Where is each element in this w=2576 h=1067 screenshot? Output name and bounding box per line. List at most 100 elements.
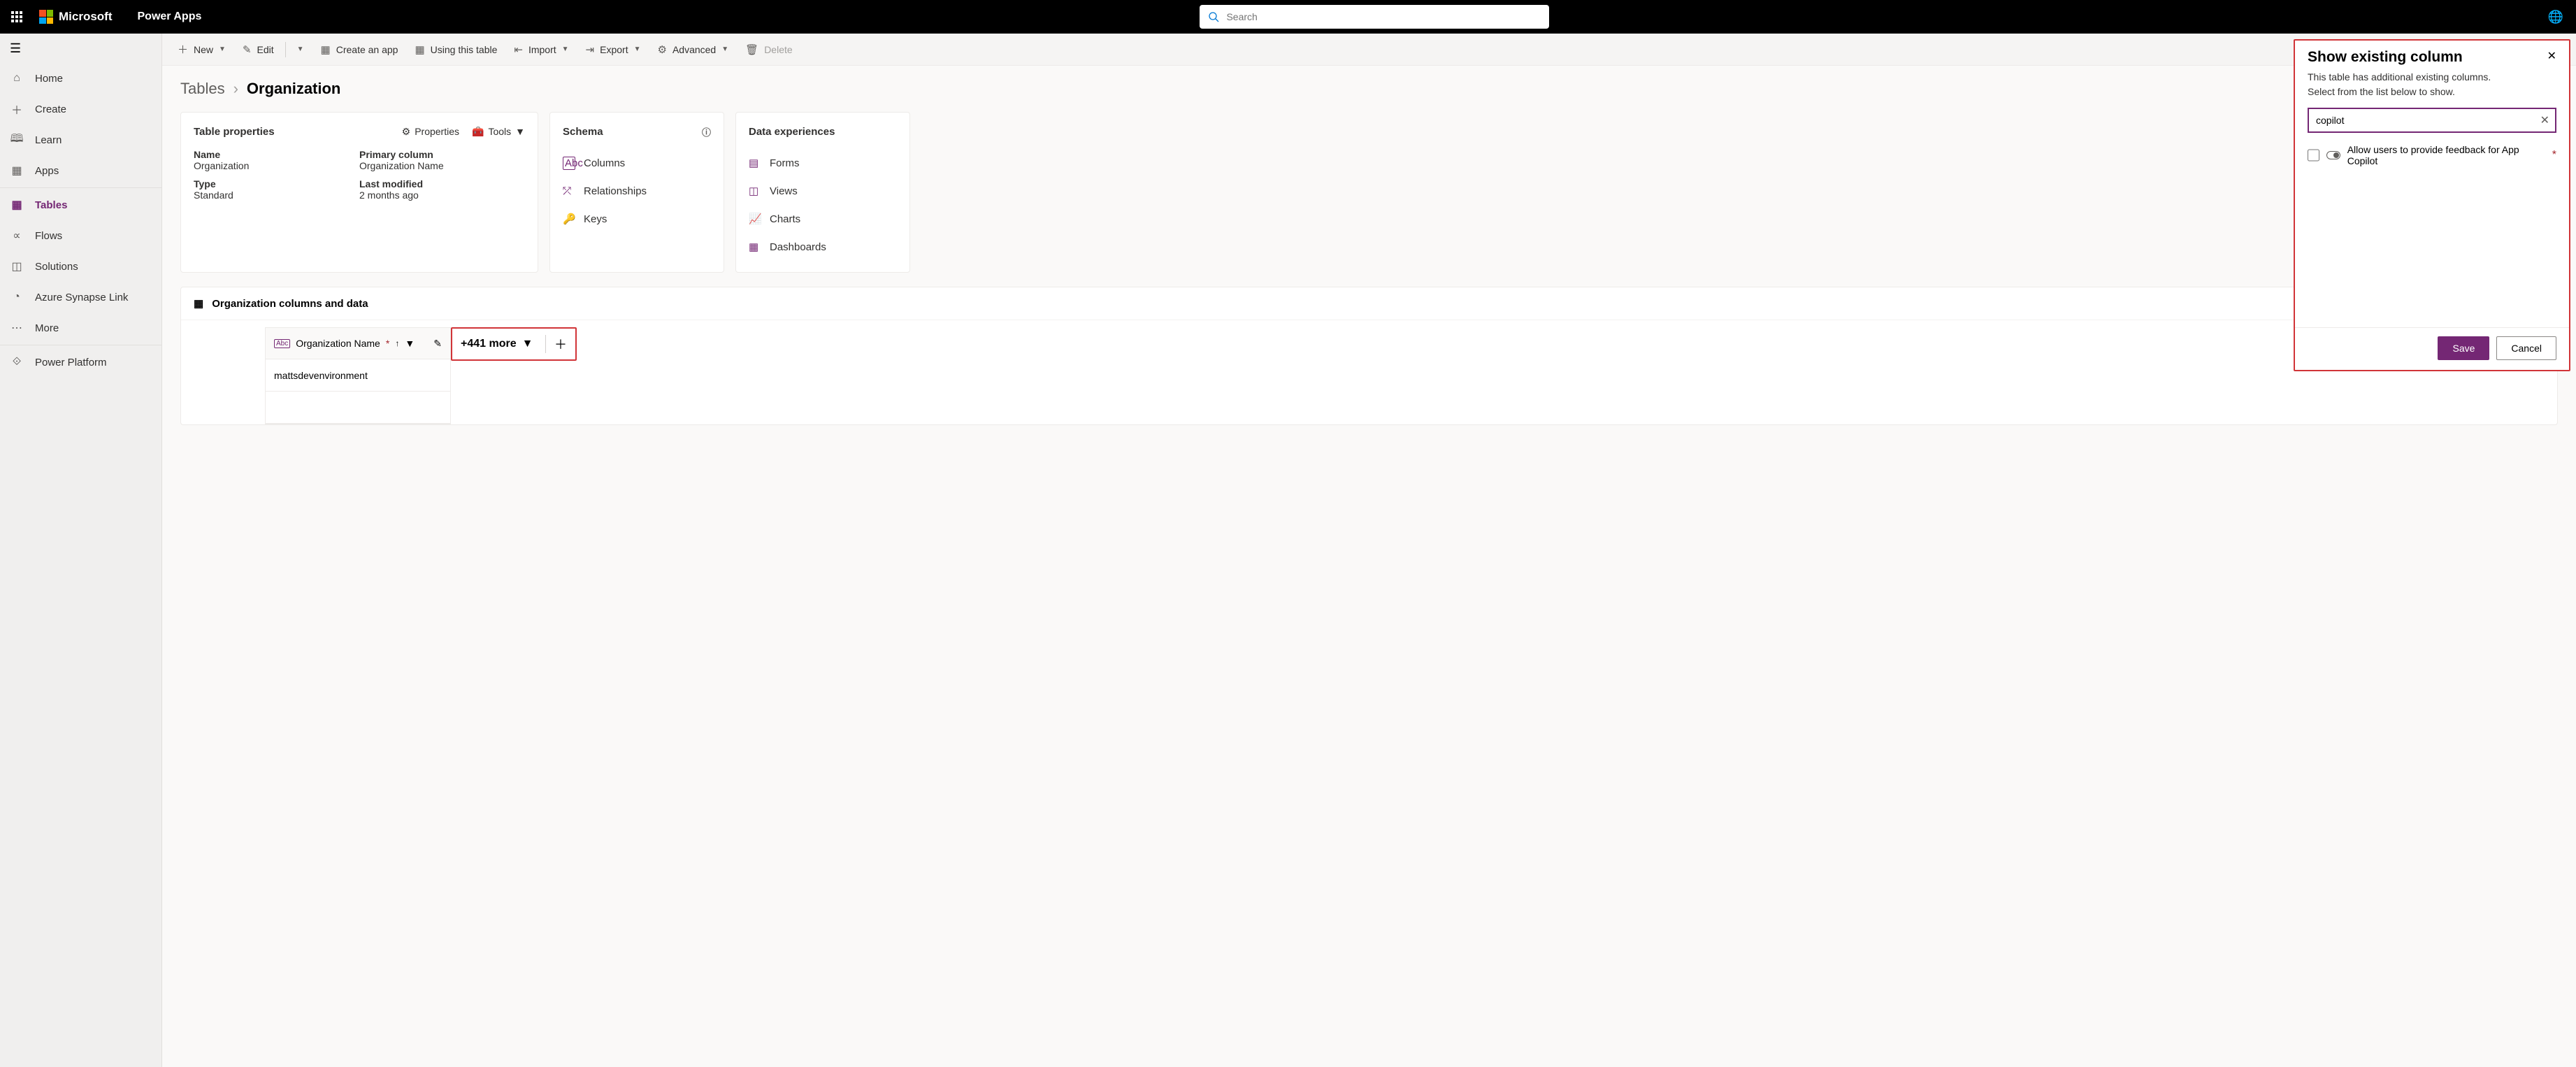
delete-button[interactable]: 🗑Delete <box>738 39 800 60</box>
top-header: Microsoft Power Apps 🌐 <box>0 0 2576 34</box>
more-icon: ⋯ <box>10 321 24 335</box>
views-icon: ◫ <box>749 185 761 197</box>
toolbox-icon: 🧰 <box>472 126 484 138</box>
tools-link[interactable]: 🧰Tools▼ <box>472 126 525 138</box>
grid-icon: ▦ <box>10 198 24 212</box>
sort-ascending-icon: ↑ <box>395 338 399 348</box>
keys-icon: 🔑 <box>563 213 575 225</box>
sidebar-item-apps[interactable]: ▦Apps <box>0 155 161 186</box>
table-icon: ▦ <box>194 297 203 310</box>
sidebar-item-more[interactable]: ⋯More <box>0 313 161 343</box>
close-icon[interactable]: ✕ <box>2547 49 2556 66</box>
breadcrumb: Tables › Organization <box>180 80 2558 98</box>
chevron-down-icon: ▼ <box>721 45 728 53</box>
prop-primary-label: Primary column <box>359 149 525 160</box>
book-icon: 🕮 <box>10 131 24 150</box>
search-icon <box>1208 11 1219 22</box>
edit-button[interactable]: ✎Edit <box>236 39 281 60</box>
schema-columns-link[interactable]: AbcColumns <box>563 149 711 177</box>
export-icon: ⇥ <box>586 43 595 56</box>
dashboards-link[interactable]: ▦Dashboards <box>749 233 897 261</box>
breadcrumb-root[interactable]: Tables <box>180 80 225 98</box>
cancel-button[interactable]: Cancel <box>2496 336 2556 360</box>
import-icon: ⇤ <box>514 43 523 56</box>
forms-link[interactable]: ▤Forms <box>749 149 897 177</box>
solutions-icon: ◫ <box>10 259 24 273</box>
microsoft-name: Microsoft <box>59 10 113 24</box>
sidebar-item-power-platform[interactable]: ⟐Power Platform <box>0 347 161 378</box>
environment-icon[interactable]: 🌐 <box>2548 10 2563 24</box>
app-icon: ▦ <box>321 43 331 56</box>
global-search-input[interactable] <box>1226 11 1541 22</box>
main-area: ＋New▼ ✎Edit ▼ ▦Create an app ▦Using this… <box>162 34 2576 1067</box>
charts-link[interactable]: 📈Charts <box>749 205 897 233</box>
schema-card: Schemaⓘ AbcColumns ⤱Relationships 🔑Keys <box>549 112 724 273</box>
info-icon[interactable]: ⓘ <box>702 125 711 138</box>
column-option-checkbox[interactable] <box>2308 149 2319 162</box>
column-option-row[interactable]: Allow users to provide feedback for App … <box>2295 141 2569 173</box>
global-search[interactable] <box>1200 5 1549 29</box>
chevron-down-icon: ▼ <box>562 45 569 53</box>
edit-column-icon[interactable]: ✎ <box>433 338 442 350</box>
required-indicator: * <box>2552 149 2556 162</box>
home-icon: ⌂ <box>10 72 24 85</box>
edit-menu-button[interactable]: ▼ <box>290 41 311 57</box>
more-columns-button[interactable]: +441 more ▼ ＋ <box>451 327 577 361</box>
chevron-down-icon: ▼ <box>515 126 525 137</box>
breadcrumb-current: Organization <box>247 80 340 98</box>
chevron-down-icon: ▼ <box>297 45 304 53</box>
power-platform-icon: ⟐ <box>10 356 24 368</box>
sidebar-item-learn[interactable]: 🕮Learn <box>0 124 161 155</box>
prop-type-label: Type <box>194 178 359 189</box>
advanced-icon: ⚙ <box>658 43 667 56</box>
prop-modified-label: Last modified <box>359 178 525 189</box>
panel-title: Show existing column <box>2308 49 2463 66</box>
toggle-column-icon <box>2326 151 2340 159</box>
left-sidebar: ☰ ⌂Home ＋Create 🕮Learn ▦Apps ▦Tables ∝Fl… <box>0 34 162 1067</box>
sidebar-item-flows[interactable]: ∝Flows <box>0 220 161 251</box>
chevron-down-icon[interactable]: ▼ <box>405 338 415 349</box>
clear-search-icon[interactable]: ✕ <box>2540 113 2549 127</box>
panel-search-input[interactable] <box>2308 108 2556 133</box>
export-button[interactable]: ⇥Export▼ <box>579 39 648 60</box>
chevron-right-icon: › <box>233 80 238 98</box>
import-button[interactable]: ⇤Import▼ <box>507 39 575 60</box>
prop-type-value: Standard <box>194 189 359 201</box>
app-launcher-button[interactable] <box>0 0 34 34</box>
sidebar-item-tables[interactable]: ▦Tables <box>0 189 161 220</box>
synapse-icon: ◔ <box>10 291 24 303</box>
sidebar-item-synapse[interactable]: ◔Azure Synapse Link <box>0 282 161 313</box>
add-column-button[interactable]: ＋ <box>545 335 567 353</box>
chevron-down-icon: ▼ <box>219 45 226 53</box>
advanced-button[interactable]: ⚙Advanced▼ <box>651 39 736 60</box>
new-button[interactable]: ＋New▼ <box>171 38 233 61</box>
microsoft-logo-icon <box>39 10 53 24</box>
create-app-button[interactable]: ▦Create an app <box>314 39 405 60</box>
schema-keys-link[interactable]: 🔑Keys <box>563 205 711 233</box>
using-table-button[interactable]: ▦Using this table <box>408 39 504 60</box>
sidebar-collapse-button[interactable]: ☰ <box>0 34 161 63</box>
sidebar-item-home[interactable]: ⌂Home <box>0 63 161 94</box>
command-bar: ＋New▼ ✎Edit ▼ ▦Create an app ▦Using this… <box>162 34 2576 66</box>
data-cell[interactable]: mattsdevenvironment <box>266 359 450 392</box>
column-header-orgname[interactable]: Abc Organization Name* ↑ ▼ ✎ <box>266 327 450 359</box>
sidebar-item-create[interactable]: ＋Create <box>0 94 161 124</box>
waffle-icon <box>11 11 22 22</box>
data-experiences-card: Data experiences ▤Forms ◫Views 📈Charts ▦… <box>735 112 910 273</box>
schema-relationships-link[interactable]: ⤱Relationships <box>563 177 711 205</box>
prop-modified-value: 2 months ago <box>359 189 525 201</box>
data-cell-empty[interactable] <box>266 392 450 424</box>
show-existing-column-panel: Show existing column ✕ This table has ad… <box>2294 39 2570 371</box>
plus-icon: ＋ <box>10 101 24 117</box>
views-link[interactable]: ◫Views <box>749 177 897 205</box>
column-option-label: Allow users to provide feedback for App … <box>2347 144 2545 166</box>
panel-subtitle-1: This table has additional existing colum… <box>2308 70 2556 85</box>
table-icon: ▦ <box>415 43 424 56</box>
gear-icon: ⚙ <box>402 126 411 138</box>
columns-icon: Abc <box>563 157 575 170</box>
sidebar-item-solutions[interactable]: ◫Solutions <box>0 251 161 282</box>
save-button[interactable]: Save <box>2438 336 2489 360</box>
card-title: Table properties <box>194 126 275 138</box>
properties-link[interactable]: ⚙Properties <box>402 126 459 138</box>
flow-icon: ∝ <box>10 229 24 243</box>
